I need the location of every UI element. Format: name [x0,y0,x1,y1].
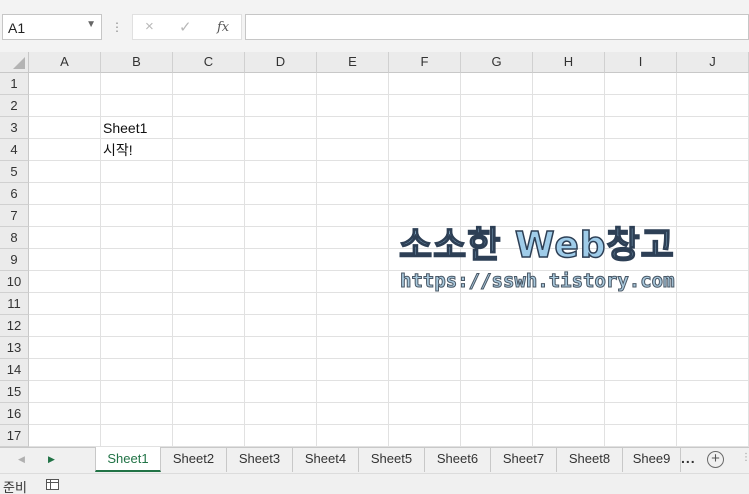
name-box[interactable]: A1 ▼ [2,14,102,40]
add-sheet-icon[interactable]: + [707,451,724,468]
column-header-f[interactable]: F [389,52,461,73]
grid-column-line [172,73,173,447]
more-sheets-button[interactable]: ... [681,450,696,466]
column-header-i[interactable]: I [605,52,677,73]
grid-row-line [29,314,749,315]
enter-icon[interactable]: ✓ [179,18,192,36]
cell-B3[interactable]: Sheet1 [103,117,147,139]
grid-row-line [29,336,749,337]
status-bar: 준비 [0,473,749,494]
grid-row-line [29,358,749,359]
sheet-tab-7[interactable]: Sheet7 [491,447,557,472]
grid-row-line [29,292,749,293]
formula-input[interactable] [245,14,749,40]
grid-column-line [460,73,461,447]
grid-column-line [604,73,605,447]
row-header-12[interactable]: 12 [0,315,29,337]
grid-row-line [29,204,749,205]
grid-row-line [29,402,749,403]
cell-B4[interactable]: 시작! [103,139,133,161]
row-header-10[interactable]: 10 [0,271,29,293]
grid-row-line [29,160,749,161]
worksheet-grid[interactable]: ABCDEFGHIJ 1 2 3 4 5 6 7 8 9 10 11 12 13 14 15 16 17 She… [0,52,749,447]
watermark: 소소한 Web창고 https://sswh.tistory.com [398,225,721,296]
row-header-7[interactable]: 7 [0,205,29,227]
tab-split-handle-icon[interactable]: ⋮ [741,452,749,463]
row-header-13[interactable]: 13 [0,337,29,359]
sheet-tab-8[interactable]: Sheet8 [557,447,623,472]
sheet-tab-9[interactable]: Shee9 [623,447,681,472]
accessibility-check-icon[interactable] [46,479,59,490]
sheet-tab-1[interactable]: Sheet1 [95,447,161,472]
column-header-h[interactable]: H [533,52,605,73]
row-header-17[interactable]: 17 [0,425,29,447]
select-all-triangle-icon [13,57,25,69]
sheet-tab-4[interactable]: Sheet4 [293,447,359,472]
row-header-3[interactable]: 3 [0,117,29,139]
row-header-4[interactable]: 4 [0,139,29,161]
grid-column-line [316,73,317,447]
select-all-button[interactable] [0,52,29,73]
row-header-15[interactable]: 15 [0,381,29,403]
drag-handle-icon[interactable]: ⋮ [111,18,123,36]
grid-column-line [532,73,533,447]
row-header-8[interactable]: 8 [0,227,29,249]
grid-row-line [29,380,749,381]
row-header-6[interactable]: 6 [0,183,29,205]
grid-row-line [29,94,749,95]
grid-row-line [29,182,749,183]
sheet-tab-2[interactable]: Sheet2 [161,447,227,472]
column-header-g[interactable]: G [461,52,533,73]
chevron-down-icon[interactable]: ▼ [86,19,96,30]
grid-column-line [676,73,677,447]
watermark-title: 소소한 Web창고 [398,225,675,267]
column-header-c[interactable]: C [173,52,245,73]
watermark-url: https://sswh.tistory.com [400,270,676,293]
grid-row-line [29,270,749,271]
scroll-tabs-right-icon[interactable]: ▶ [48,454,55,465]
grid-row-line [29,424,749,425]
row-header-14[interactable]: 14 [0,359,29,381]
formula-bar-row: A1 ▼ ⋮ × ✓ fx [0,0,749,52]
grid-column-line [100,73,101,447]
row-header-11[interactable]: 11 [0,293,29,315]
row-header-5[interactable]: 5 [0,161,29,183]
column-header-d[interactable]: D [245,52,317,73]
sheet-tab-3[interactable]: Sheet3 [227,447,293,472]
sheet-tab-6[interactable]: Sheet6 [425,447,491,472]
grid-column-line [244,73,245,447]
column-header-e[interactable]: E [317,52,389,73]
status-text: 준비 [3,480,27,494]
cancel-icon[interactable]: × [145,18,154,35]
column-header-a[interactable]: A [29,52,101,73]
insert-function-icon[interactable]: fx [217,20,229,35]
name-box-value: A1 [8,20,26,36]
grid-column-line [388,73,389,447]
column-header-j[interactable]: J [677,52,749,73]
formula-buttons: × ✓ fx [132,14,242,40]
row-header-2[interactable]: 2 [0,95,29,117]
grid-row-line [29,226,749,227]
sheet-tabs-bar: ◀ ▶ Sheet1 Sheet2 Sheet3 Sheet4 Sheet5 Sheet6… [0,447,749,473]
sheet-tab-5[interactable]: Sheet5 [359,447,425,472]
grid-row-line [29,248,749,249]
row-header-9[interactable]: 9 [0,249,29,271]
row-header-16[interactable]: 16 [0,403,29,425]
scroll-tabs-left-icon[interactable]: ◀ [18,454,25,465]
row-header-1[interactable]: 1 [0,73,29,95]
column-header-b[interactable]: B [101,52,173,73]
